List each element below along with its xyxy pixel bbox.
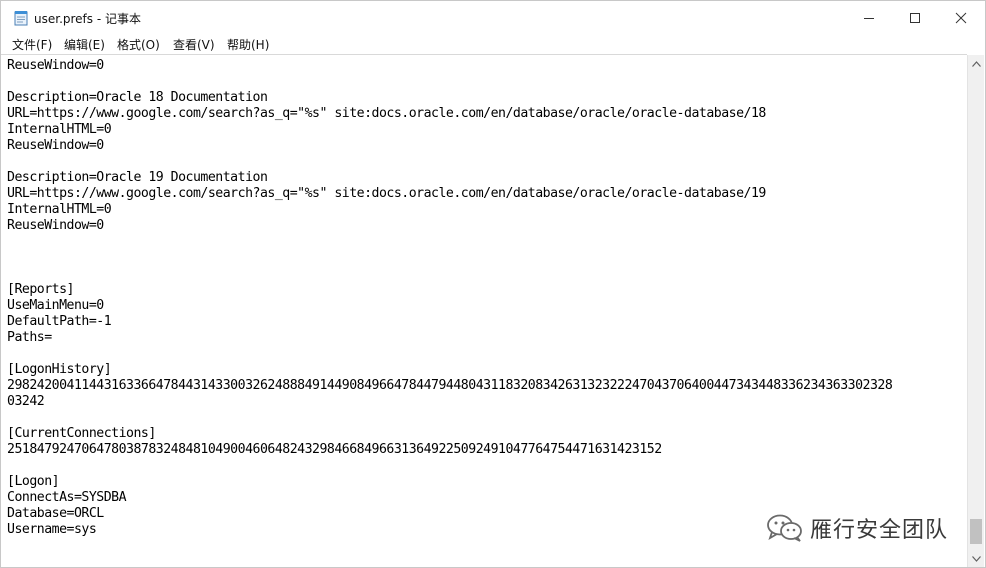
watermark-text: 雁行安全团队 <box>810 518 949 543</box>
text-line <box>7 234 892 250</box>
text-line: UseMainMenu=0 <box>7 298 104 313</box>
text-line: Database=ORCL <box>7 506 104 521</box>
text-line <box>7 410 892 426</box>
text-line: InternalHTML=0 <box>7 122 112 137</box>
notepad-icon <box>14 11 28 26</box>
text-line <box>7 266 892 282</box>
menu-edit[interactable]: 编辑(E) <box>64 36 105 53</box>
document-text[interactable]: ReuseWindow=0 Description=Oracle 18 Docum… <box>7 58 893 538</box>
text-line: [Reports] <box>7 282 74 297</box>
notepad-window: user.prefs - 记事本 文件(F) 编辑(E) 格式(O) 查看(V)… <box>0 0 986 568</box>
close-button[interactable] <box>938 1 984 34</box>
title-bar[interactable]: user.prefs - 记事本 <box>1 1 985 34</box>
maximize-icon <box>910 12 920 23</box>
minimize-icon <box>864 17 874 19</box>
window-title: user.prefs - 记事本 <box>34 12 141 26</box>
text-line: ReuseWindow=0 <box>7 138 104 153</box>
text-line: DefaultPath=-1 <box>7 314 112 329</box>
text-line: 03242 <box>7 394 45 409</box>
text-line: ConnectAs=SYSDBA <box>7 490 127 505</box>
text-line: ReuseWindow=0 <box>7 58 104 73</box>
vertical-scrollbar[interactable] <box>967 55 984 567</box>
text-line: ReuseWindow=0 <box>7 218 104 233</box>
text-line <box>7 74 892 90</box>
text-line: URL=https://www.google.com/search?as_q="… <box>7 106 766 121</box>
text-line: [LogonHistory] <box>7 362 112 377</box>
text-line: Paths= <box>7 330 52 345</box>
maximize-button[interactable] <box>892 1 938 34</box>
close-icon <box>955 12 967 23</box>
text-line: InternalHTML=0 <box>7 202 112 217</box>
text-line: 2982420041144316336647844314330032624888… <box>7 378 893 393</box>
text-line: Description=Oracle 19 Documentation <box>7 170 268 185</box>
text-editor-area[interactable]: ReuseWindow=0 Description=Oracle 18 Docum… <box>1 54 967 567</box>
watermark: 雁行安全团队 <box>766 512 948 544</box>
wechat-icon <box>767 514 802 542</box>
text-line: Description=Oracle 18 Documentation <box>7 90 268 105</box>
text-line <box>7 250 892 266</box>
menu-view[interactable]: 查看(V) <box>173 36 215 53</box>
menu-format[interactable]: 格式(O) <box>117 36 160 53</box>
text-line <box>7 154 892 170</box>
text-line: [Logon] <box>7 474 60 489</box>
scroll-up-arrow-icon <box>972 60 981 67</box>
scrollbar-thumb[interactable] <box>970 519 982 544</box>
text-line <box>7 346 892 362</box>
scroll-up-button[interactable] <box>968 55 985 72</box>
scroll-down-button[interactable] <box>968 550 985 567</box>
text-line: 2518479247064780387832484810490046064824… <box>7 442 662 457</box>
text-line <box>7 458 892 474</box>
menu-bar: 文件(F) 编辑(E) 格式(O) 查看(V) 帮助(H) <box>1 34 985 54</box>
scroll-down-arrow-icon <box>972 555 981 562</box>
text-line: Username=sys <box>7 522 97 537</box>
menu-help[interactable]: 帮助(H) <box>227 36 269 53</box>
text-line: [CurrentConnections] <box>7 426 156 441</box>
text-line: URL=https://www.google.com/search?as_q="… <box>7 186 766 201</box>
minimize-button[interactable] <box>846 1 892 34</box>
menu-file[interactable]: 文件(F) <box>12 36 52 53</box>
